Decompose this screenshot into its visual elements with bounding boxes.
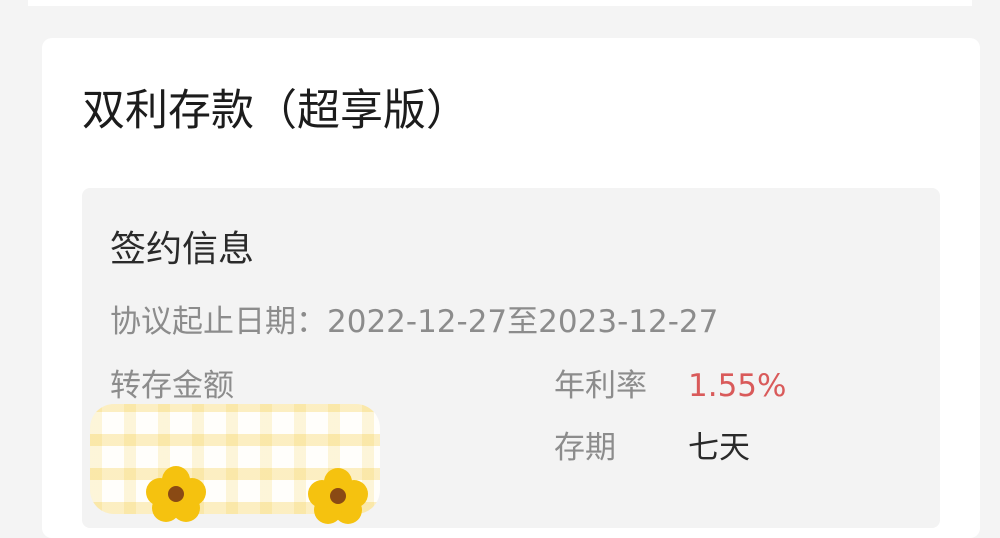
contract-info-panel: 签约信息 协议起止日期：2022-12-27至2023-12-27 转存金额 年… [82,188,940,528]
flower-icon [146,466,206,522]
product-title: 双利存款（超享版） [82,86,469,136]
deposit-product-card: 双利存款（超享版） 签约信息 协议起止日期：2022-12-27至2023-12… [42,38,980,538]
agreement-end-date: 2023-12-27 [538,304,719,340]
agreement-period: 协议起止日期：2022-12-27至2023-12-27 [110,300,718,344]
transfer-amount-label: 转存金额 [110,368,234,404]
annual-rate-value: 1.55% [688,368,787,404]
deposit-term-value: 七天 [688,430,750,466]
flower-icon [308,468,368,524]
agreement-period-label: 协议起止日期： [110,304,327,340]
top-card-edge [28,0,972,6]
transfer-amount-redaction [90,404,380,524]
contract-info-heading: 签约信息 [110,229,255,270]
agreement-start-date: 2022-12-27 [327,304,508,340]
agreement-date-separator: 至 [507,304,539,340]
annual-rate-label: 年利率 [554,368,647,404]
deposit-term-label: 存期 [554,430,616,466]
